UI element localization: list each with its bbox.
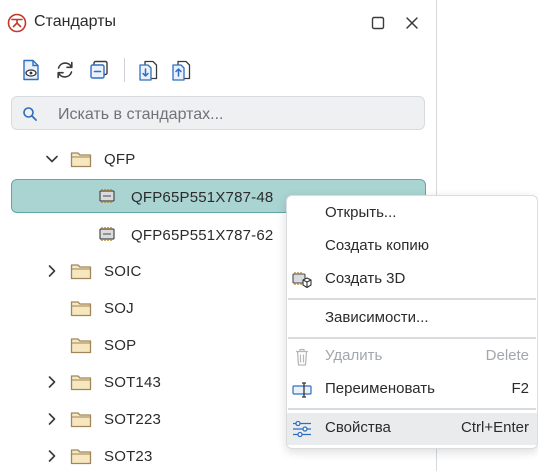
chip-icon (97, 226, 117, 242)
preview-document-icon (23, 59, 39, 81)
preview-button[interactable] (18, 57, 44, 83)
collapse-icon (90, 60, 108, 79)
collapse-button[interactable] (86, 57, 112, 83)
tree-item-label: SOP (104, 337, 137, 354)
context-menu: Открыть... Создать копию Создать 3D Зави… (286, 195, 538, 449)
menu-item-label: Зависимости... (325, 309, 429, 326)
tree-item-label: QFP (104, 151, 136, 168)
folder-icon (70, 410, 92, 428)
folder-icon (70, 150, 92, 168)
settings-sliders-icon (291, 419, 313, 439)
chevron-right-icon[interactable] (45, 449, 59, 463)
tree-item-qfp[interactable]: QFP (0, 141, 437, 177)
tree-item-label: QFP65P551X787-62 (131, 227, 274, 244)
folder-icon (70, 336, 92, 354)
menu-item-create-3d[interactable]: Создать 3D (287, 264, 537, 296)
search-icon (22, 106, 38, 127)
menu-item-open[interactable]: Открыть... (287, 198, 537, 230)
tree-item-label: SOT223 (104, 411, 162, 428)
chevron-right-icon[interactable] (45, 412, 59, 426)
menu-item-label: Создать копию (325, 237, 429, 254)
chip-icon (97, 188, 117, 204)
cube-chip-icon (291, 270, 313, 290)
menu-item-shortcut: Delete (485, 347, 529, 364)
export-icon (172, 60, 191, 81)
chevron-down-icon[interactable] (45, 152, 59, 166)
chevron-right-icon[interactable] (45, 375, 59, 389)
tree-item-label: SOJ (104, 300, 134, 317)
title-bar: Стандарты (0, 0, 437, 46)
menu-item-create-copy[interactable]: Создать копию (287, 231, 537, 263)
folder-icon (70, 447, 92, 465)
refresh-button[interactable] (52, 57, 78, 83)
tree-item-label: SOT23 (104, 448, 153, 465)
tree-item-label: SOIC (104, 263, 142, 280)
chevron-right-icon[interactable] (45, 264, 59, 278)
maximize-icon (371, 16, 385, 30)
menu-item-label: Свойства (325, 419, 391, 436)
menu-item-delete[interactable]: Удалить Delete (287, 341, 537, 373)
menu-separator (288, 408, 536, 410)
menu-item-properties[interactable]: Свойства Ctrl+Enter (287, 413, 537, 445)
menu-item-label: Переименовать (325, 380, 435, 397)
search-box[interactable] (11, 96, 425, 130)
maximize-button[interactable] (367, 12, 389, 34)
menu-item-label: Удалить (325, 347, 383, 364)
tree-item-label: SOT143 (104, 374, 162, 391)
refresh-icon (57, 61, 73, 79)
rename-icon (291, 380, 313, 400)
folder-icon (70, 299, 92, 317)
tree-item-label: QFP65P551X787-48 (131, 189, 274, 206)
menu-item-rename[interactable]: Переименовать F2 (287, 374, 537, 406)
menu-separator (288, 298, 536, 300)
app-logo-icon (7, 13, 27, 33)
folder-icon (70, 373, 92, 391)
close-button[interactable] (401, 12, 423, 34)
folder-icon (70, 262, 92, 280)
menu-item-label: Создать 3D (325, 270, 406, 287)
search-input[interactable] (56, 103, 420, 127)
panel-title: Стандарты (34, 13, 117, 30)
close-icon (406, 17, 418, 29)
toolbar-separator (124, 58, 125, 82)
trash-icon (291, 347, 313, 367)
export-button[interactable] (168, 57, 194, 83)
import-icon (139, 60, 158, 81)
menu-item-dependencies[interactable]: Зависимости... (287, 303, 537, 335)
import-button[interactable] (135, 57, 161, 83)
menu-item-label: Открыть... (325, 204, 397, 221)
menu-separator (288, 337, 536, 339)
menu-item-shortcut: F2 (511, 380, 529, 397)
menu-item-shortcut: Ctrl+Enter (461, 419, 529, 436)
